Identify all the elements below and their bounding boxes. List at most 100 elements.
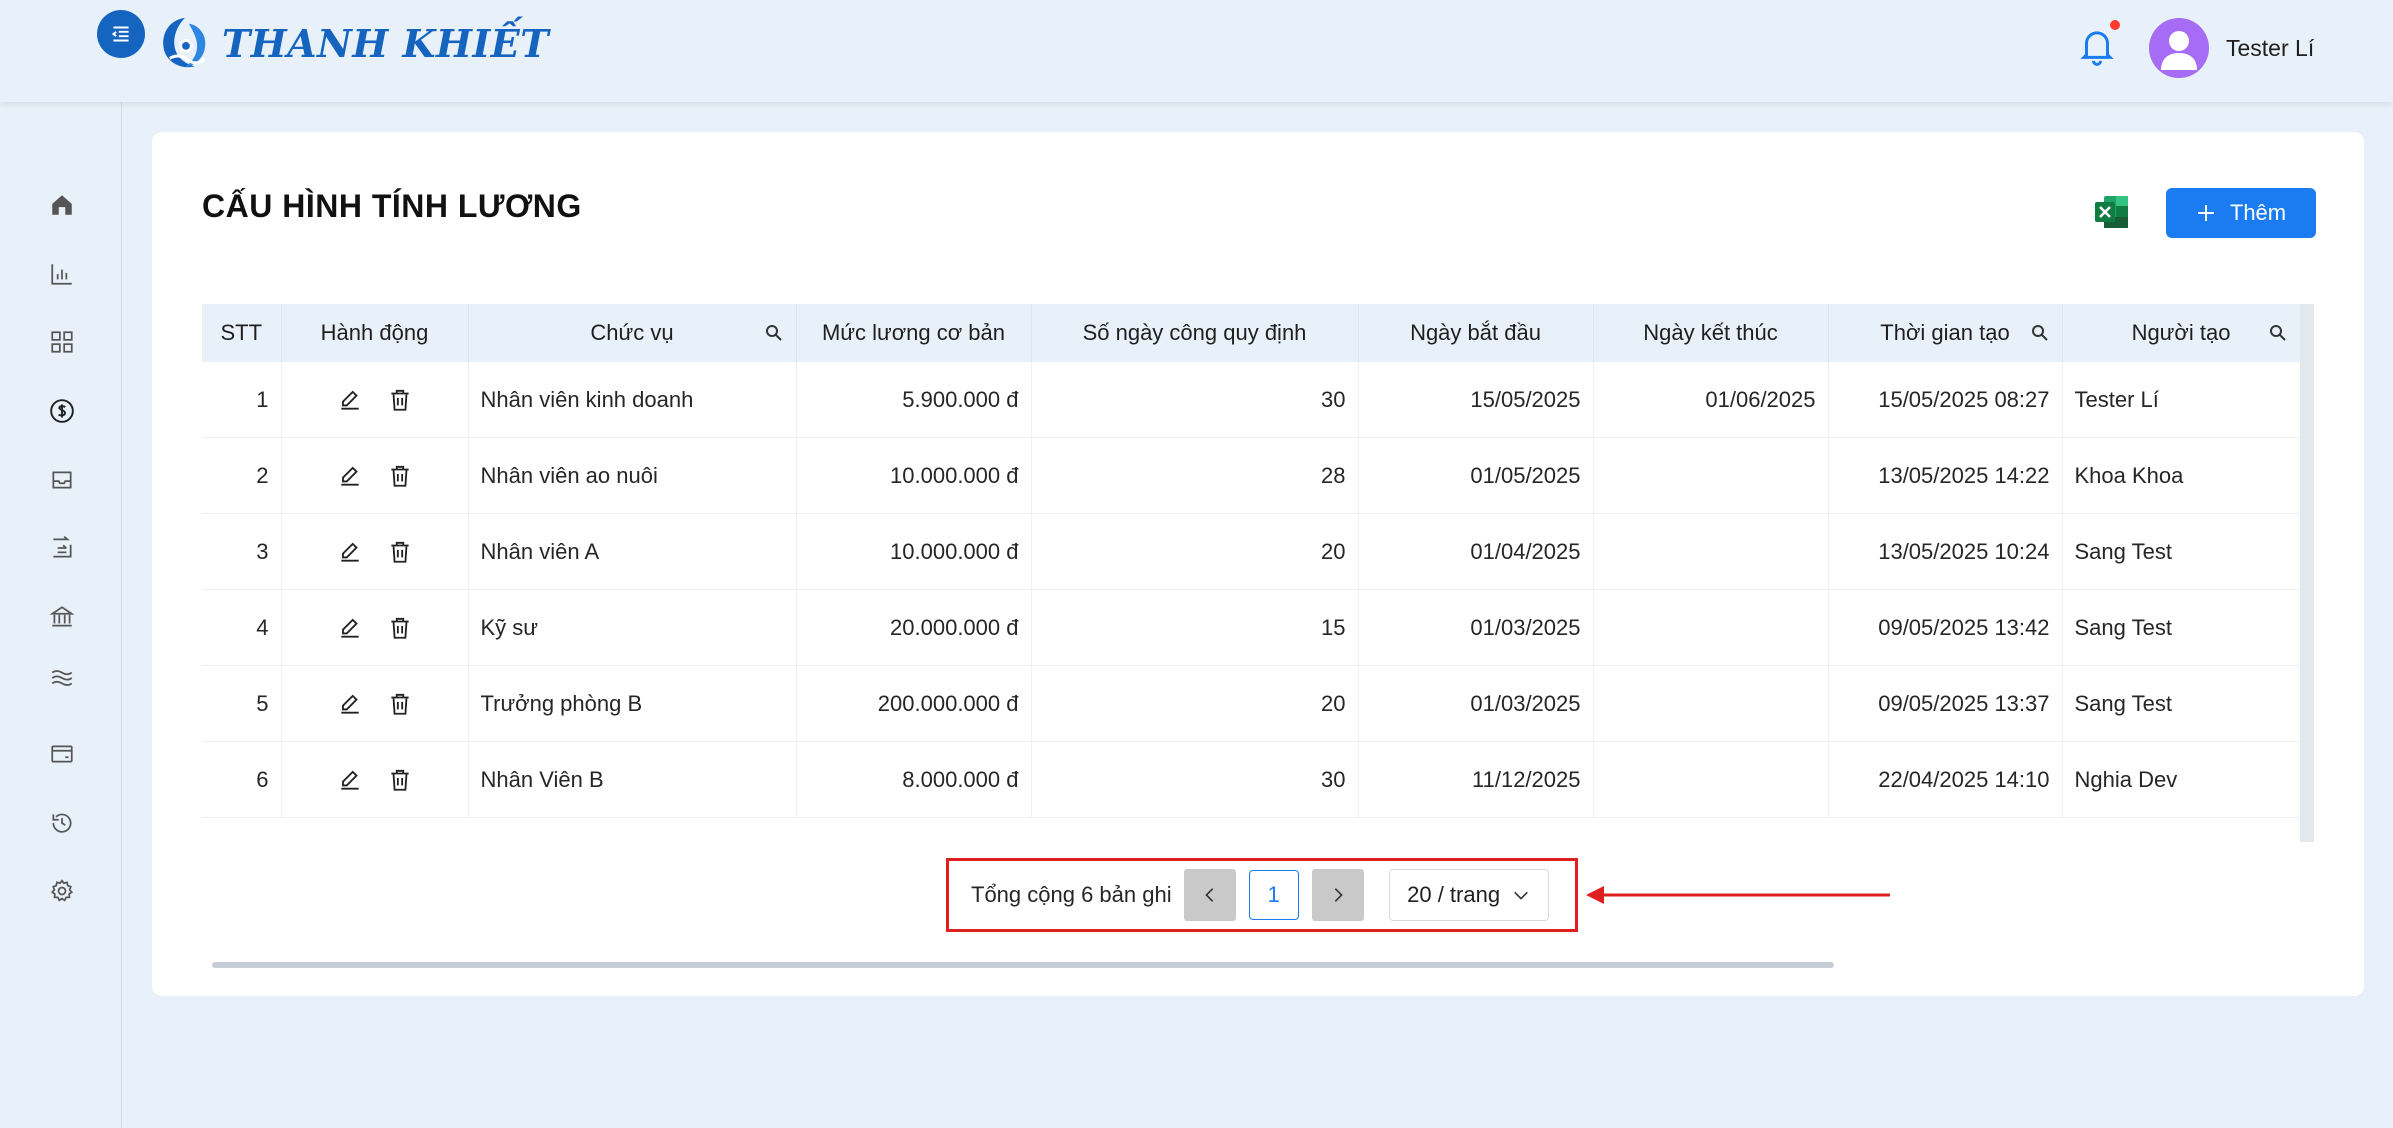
edit-icon[interactable]	[337, 539, 363, 565]
edit-icon[interactable]	[337, 463, 363, 489]
brand-logo[interactable]: THANH KHIẾT	[156, 14, 549, 72]
user-name[interactable]: Tester Lí	[2226, 35, 2314, 62]
page-size-value: 20 / trang	[1407, 882, 1501, 907]
cell-creator: Sang Test	[2062, 589, 2301, 666]
cell-created-time: 13/05/2025 10:24	[1828, 513, 2063, 590]
transfer-icon[interactable]	[44, 530, 80, 566]
cell-stt: 5	[202, 665, 282, 742]
wallet-icon[interactable]	[44, 736, 80, 772]
cell-salary: 200.000.000 đ	[796, 665, 1032, 742]
vertical-scrollbar[interactable]	[2300, 304, 2314, 842]
table-row[interactable]: 5 Trưởng phòng B 200.000.000 đ 20 01/03/2025…	[202, 665, 2301, 742]
horizontal-scrollbar[interactable]	[212, 962, 1834, 968]
water-icon[interactable]	[44, 660, 80, 696]
page-size-select[interactable]: 20 / trang	[1388, 869, 1549, 921]
cell-end-date: 01/06/2025	[1593, 362, 1829, 438]
cell-created-time: 15/05/2025 08:27	[1828, 362, 2063, 438]
cell-position: Nhân viên kinh doanh	[468, 362, 797, 438]
cell-actions	[281, 513, 469, 590]
logo-icon	[163, 17, 206, 68]
cell-end-date	[1593, 589, 1829, 666]
avatar[interactable]	[2149, 18, 2209, 78]
add-button[interactable]: Thêm	[2166, 188, 2316, 238]
cell-salary: 10.000.000 đ	[796, 437, 1032, 514]
header-actions: Hành động	[281, 304, 469, 362]
page-title: CẤU HÌNH TÍNH LƯƠNG	[202, 188, 582, 224]
delete-icon[interactable]	[387, 615, 413, 641]
grid-icon[interactable]	[44, 324, 80, 360]
header-position: Chức vụ	[468, 304, 797, 362]
history-icon[interactable]	[44, 805, 80, 841]
delete-icon[interactable]	[387, 463, 413, 489]
table-row[interactable]: 3 Nhân viên A 10.000.000 đ 20 01/04/2025 13/0…	[202, 513, 2301, 590]
search-icon[interactable]	[2268, 323, 2288, 343]
bank-icon[interactable]	[44, 599, 80, 635]
table-row[interactable]: 1 Nhân viên kinh doanh 5.900.000 đ 30 15/05/…	[202, 362, 2301, 438]
delete-icon[interactable]	[387, 539, 413, 565]
table-row[interactable]: 2 Nhân viên ao nuôi 10.000.000 đ 28 01/05/20…	[202, 437, 2301, 514]
add-button-label: Thêm	[2229, 200, 2287, 225]
dollar-icon[interactable]	[44, 393, 80, 429]
page-number-current[interactable]: 1	[1248, 870, 1299, 920]
cell-stt: 4	[202, 589, 282, 666]
header-workdays: Số ngày công quy định	[1031, 304, 1359, 362]
cell-end-date	[1593, 665, 1829, 742]
cell-end-date	[1593, 741, 1829, 818]
top-header: THANH KHIẾT Tester Lí	[0, 0, 2393, 102]
cell-actions	[281, 741, 469, 818]
cell-stt: 2	[202, 437, 282, 514]
edit-icon[interactable]	[337, 615, 363, 641]
table-row[interactable]: 6 Nhân Viên B 8.000.000 đ 30 11/12/2025 22/04…	[202, 741, 2301, 818]
cell-workdays: 20	[1031, 513, 1359, 590]
pagination: Tổng cộng 6 bản ghi 1 20 / trang	[946, 858, 1578, 932]
prev-page-button[interactable]	[1183, 869, 1236, 921]
inbox-icon[interactable]	[44, 462, 80, 498]
cell-position: Kỹ sư	[468, 589, 797, 666]
cell-stt: 1	[202, 362, 282, 438]
cell-stt: 6	[202, 741, 282, 818]
cell-creator: Tester Lí	[2062, 362, 2301, 438]
annotation-arrow	[1586, 886, 1890, 904]
chevron-right-icon	[1334, 888, 1343, 902]
menu-toggle-button[interactable]	[97, 10, 145, 58]
cell-creator: Sang Test	[2062, 665, 2301, 742]
cell-position: Nhân viên ao nuôi	[468, 437, 797, 514]
cell-workdays: 30	[1031, 362, 1359, 438]
table-row[interactable]: 4 Kỹ sư 20.000.000 đ 15 01/03/2025 09/05/2025…	[202, 589, 2301, 666]
cell-salary: 20.000.000 đ	[796, 589, 1032, 666]
notification-badge	[2110, 20, 2120, 30]
home-icon[interactable]	[44, 187, 80, 223]
delete-icon[interactable]	[387, 767, 413, 793]
cell-created-time: 09/05/2025 13:42	[1828, 589, 2063, 666]
chevron-left-icon	[1204, 888, 1213, 902]
header-start-date: Ngày bắt đầu	[1358, 304, 1594, 362]
cell-creator: Nghia Dev	[2062, 741, 2301, 818]
cell-salary: 5.900.000 đ	[796, 362, 1032, 438]
edit-icon[interactable]	[337, 691, 363, 717]
delete-icon[interactable]	[387, 691, 413, 717]
export-excel-button[interactable]	[2092, 192, 2132, 232]
chevron-down-icon	[1514, 891, 1528, 900]
settings-icon[interactable]	[44, 873, 80, 909]
cell-workdays: 15	[1031, 589, 1359, 666]
cell-end-date	[1593, 513, 1829, 590]
edit-icon[interactable]	[337, 387, 363, 413]
cell-end-date	[1593, 437, 1829, 514]
cell-salary: 8.000.000 đ	[796, 741, 1032, 818]
header-created-time: Thời gian tạo	[1828, 304, 2063, 362]
menu-fold-icon	[111, 26, 129, 42]
user-icon	[2161, 31, 2197, 70]
delete-icon[interactable]	[387, 387, 413, 413]
header-stt: STT	[202, 304, 282, 362]
next-page-button[interactable]	[1311, 869, 1364, 921]
bar-chart-icon[interactable]	[44, 256, 80, 292]
cell-stt: 3	[202, 513, 282, 590]
edit-icon[interactable]	[337, 767, 363, 793]
header-end-date: Ngày kết thúc	[1593, 304, 1829, 362]
cell-start-date: 11/12/2025	[1358, 741, 1594, 818]
search-icon[interactable]	[764, 323, 784, 343]
cell-workdays: 20	[1031, 665, 1359, 742]
sidebar	[0, 0, 122, 1128]
cell-creator: Khoa Khoa	[2062, 437, 2301, 514]
search-icon[interactable]	[2030, 323, 2050, 343]
